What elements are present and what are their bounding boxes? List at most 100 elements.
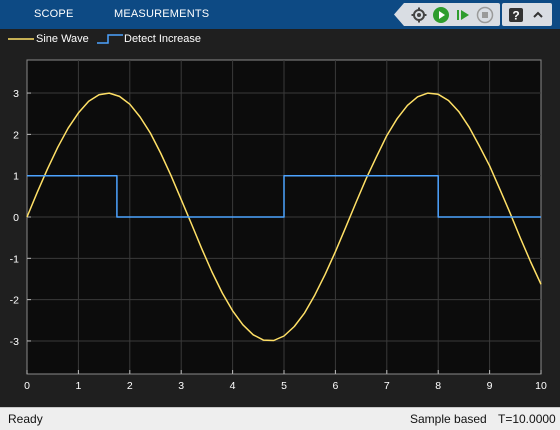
x-tick-label: 2 xyxy=(127,380,133,392)
legend-label-detect: Detect Increase xyxy=(124,33,202,45)
data-point-sine-wave xyxy=(98,94,99,95)
data-point-sine-wave xyxy=(109,92,110,93)
data-point-detect-increase xyxy=(438,175,439,176)
quick-access-toolbar: ? xyxy=(394,3,552,26)
legend: Sine Wave Detect Increase xyxy=(0,29,560,49)
data-point-sine-wave xyxy=(530,261,531,262)
data-point-sine-wave xyxy=(335,251,336,252)
x-tick-label: 10 xyxy=(535,380,547,392)
x-tick-label: 8 xyxy=(435,380,441,392)
x-tick-label: 5 xyxy=(281,380,287,392)
legend-swatch-detect xyxy=(97,34,123,44)
y-tick-label: 1 xyxy=(13,171,19,183)
legend-item-detect-increase[interactable]: Detect Increase xyxy=(96,32,201,46)
data-point-sine-wave xyxy=(540,284,541,285)
data-point-sine-wave xyxy=(88,101,89,102)
data-point-sine-wave xyxy=(273,340,274,341)
data-point-sine-wave xyxy=(366,178,367,179)
settings-icon[interactable] xyxy=(408,5,430,25)
x-tick-label: 7 xyxy=(384,380,390,392)
x-tick-label: 6 xyxy=(332,380,338,392)
data-point-sine-wave xyxy=(201,248,202,249)
simulation-controls xyxy=(394,3,500,26)
data-point-sine-wave xyxy=(520,237,521,238)
data-point-sine-wave xyxy=(232,310,233,311)
data-point-sine-wave xyxy=(78,112,79,113)
x-tick-label: 3 xyxy=(178,380,184,392)
scope-plot[interactable]: 0 1 2 3 4 5 6 7 8 9 10 -3 -2 -1 0 1 2 3 xyxy=(0,49,560,407)
data-point-sine-wave xyxy=(479,145,480,146)
data-point-sine-wave xyxy=(253,334,254,335)
data-point-sine-wave xyxy=(222,292,223,293)
data-point-sine-wave xyxy=(170,175,171,176)
stop-icon[interactable] xyxy=(474,5,496,25)
data-point-detect-increase xyxy=(26,175,27,176)
x-tick-label: 0 xyxy=(24,380,30,392)
data-point-sine-wave xyxy=(345,227,346,228)
data-point-sine-wave xyxy=(68,128,69,129)
data-point-detect-increase xyxy=(283,216,284,217)
plot-area: 0 1 2 3 4 5 6 7 8 9 10 -3 -2 -1 0 1 2 3 xyxy=(0,49,560,407)
help-controls: ? xyxy=(502,3,552,26)
data-point-sine-wave xyxy=(150,133,151,134)
status-ready: Ready xyxy=(8,412,43,426)
data-point-detect-increase xyxy=(438,216,439,217)
help-icon[interactable]: ? xyxy=(505,5,527,25)
run-icon[interactable] xyxy=(430,5,452,25)
data-point-sine-wave xyxy=(283,335,284,336)
data-point-sine-wave xyxy=(427,92,428,93)
y-tick-label: -3 xyxy=(10,336,19,348)
data-point-sine-wave xyxy=(139,116,140,117)
x-tick-label: 9 xyxy=(487,380,493,392)
tab-measurements[interactable]: MEASUREMENTS xyxy=(114,0,209,29)
data-point-detect-increase xyxy=(283,175,284,176)
data-point-sine-wave xyxy=(355,202,356,203)
data-point-detect-increase xyxy=(540,216,541,217)
data-point-sine-wave xyxy=(294,326,295,327)
data-point-sine-wave xyxy=(263,340,264,341)
data-point-sine-wave xyxy=(438,94,439,95)
data-point-sine-wave xyxy=(181,199,182,200)
data-point-sine-wave xyxy=(37,192,38,193)
status-sim-time: T=10.0000 xyxy=(498,412,556,426)
y-tick-label: 0 xyxy=(13,212,19,224)
data-point-sine-wave xyxy=(129,104,130,105)
x-tick-label: 1 xyxy=(75,380,81,392)
data-point-sine-wave xyxy=(57,147,58,148)
legend-label-sine: Sine Wave xyxy=(36,33,89,45)
y-tick-label: -2 xyxy=(10,295,19,307)
legend-swatch-sine xyxy=(8,38,34,40)
data-point-sine-wave xyxy=(26,216,27,217)
data-point-sine-wave xyxy=(448,100,449,101)
legend-item-sine-wave[interactable]: Sine Wave xyxy=(6,32,89,46)
data-point-sine-wave xyxy=(160,152,161,153)
data-point-sine-wave xyxy=(510,213,511,214)
status-bar: Ready Sample based T=10.0000 xyxy=(0,407,560,430)
data-point-sine-wave xyxy=(191,223,192,224)
data-point-sine-wave xyxy=(499,189,500,190)
toolstrip: SCOPE MEASUREMENTS ? xyxy=(0,0,560,29)
data-point-sine-wave xyxy=(417,96,418,97)
y-tick-label: 2 xyxy=(13,129,19,141)
data-point-sine-wave xyxy=(407,105,408,106)
y-tick-label: 3 xyxy=(13,88,19,100)
data-point-sine-wave xyxy=(386,135,387,136)
status-sample-mode: Sample based xyxy=(410,412,487,426)
data-point-sine-wave xyxy=(489,165,490,166)
tab-scope[interactable]: SCOPE xyxy=(34,0,74,29)
y-tick-label: -1 xyxy=(10,253,19,265)
data-point-detect-increase xyxy=(116,216,117,217)
data-point-sine-wave xyxy=(304,312,305,313)
data-point-sine-wave xyxy=(396,118,397,119)
svg-text:?: ? xyxy=(512,8,519,22)
data-point-sine-wave xyxy=(325,274,326,275)
data-point-sine-wave xyxy=(211,271,212,272)
data-point-sine-wave xyxy=(468,126,469,127)
collapse-icon[interactable] xyxy=(527,5,549,25)
x-tick-label: 4 xyxy=(230,380,236,392)
data-point-sine-wave xyxy=(47,168,48,169)
data-point-sine-wave xyxy=(242,324,243,325)
data-point-detect-increase xyxy=(116,175,117,176)
data-point-sine-wave xyxy=(314,294,315,295)
step-forward-icon[interactable] xyxy=(452,5,474,25)
